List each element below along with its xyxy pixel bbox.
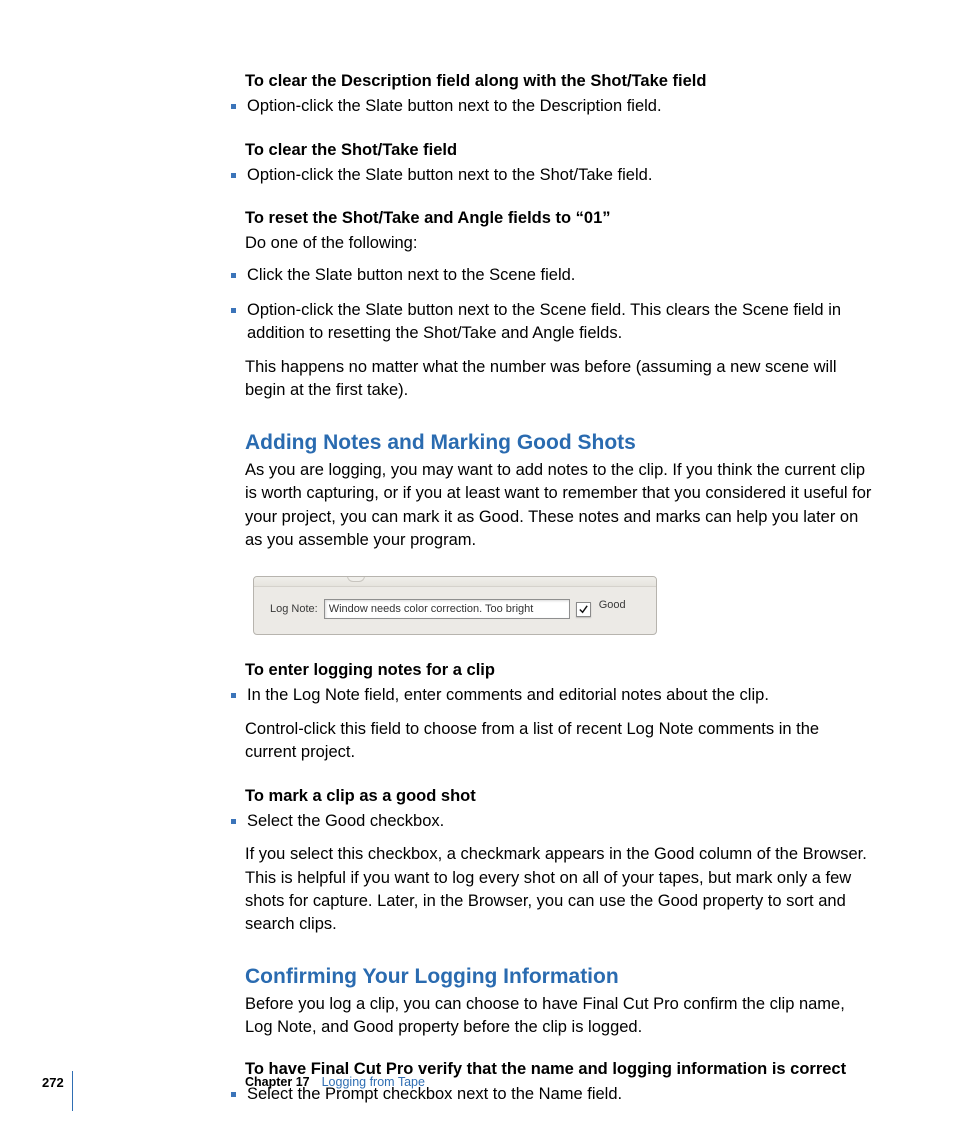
bullet-list: Option-click the Slate button next to th… (245, 95, 874, 118)
bullet-item: Option-click the Slate button next to th… (245, 164, 874, 187)
chapter-title: Logging from Tape (322, 1075, 425, 1089)
bullet-item: In the Log Note field, enter comments an… (245, 684, 874, 707)
body-text: Control-click this field to choose from … (245, 718, 874, 765)
page-number: 272 (42, 1075, 64, 1090)
body-text: Before you log a clip, you can choose to… (245, 993, 874, 1040)
body-text: If you select this checkbox, a checkmark… (245, 843, 874, 937)
procedure-heading: To reset the Shot/Take and Angle fields … (245, 207, 874, 230)
procedure-block: To clear the Description field along wit… (245, 70, 874, 119)
page-footer: 272 Chapter 17 Logging from Tape (0, 1075, 954, 1105)
good-checkbox[interactable] (576, 602, 591, 617)
section-heading: Adding Notes and Marking Good Shots (245, 431, 874, 455)
body-text: This happens no matter what the number w… (245, 356, 874, 403)
bullet-item: Select the Good checkbox. (245, 810, 874, 833)
bullet-list: In the Log Note field, enter comments an… (245, 684, 874, 707)
bullet-list: Click the Slate button next to the Scene… (245, 264, 874, 346)
procedure-block: To clear the Shot/Take field Option-clic… (245, 139, 874, 188)
section-heading: Confirming Your Logging Information (245, 965, 874, 989)
bullet-item: Option-click the Slate button next to th… (245, 95, 874, 118)
procedure-heading: To clear the Shot/Take field (245, 139, 874, 162)
procedure-heading: To mark a clip as a good shot (245, 785, 874, 808)
document-page: To clear the Description field along wit… (0, 0, 954, 1145)
bullet-item: Click the Slate button next to the Scene… (245, 264, 874, 287)
checkmark-icon (578, 604, 589, 615)
procedure-heading: To enter logging notes for a clip (245, 659, 874, 682)
body-text: As you are logging, you may want to add … (245, 459, 874, 553)
bullet-list: Select the Good checkbox. (245, 810, 874, 833)
bullet-item: Option-click the Slate button next to th… (245, 299, 874, 346)
procedure-block: To reset the Shot/Take and Angle fields … (245, 207, 874, 403)
footer-rule (72, 1071, 73, 1111)
good-label: Good (599, 599, 626, 611)
chapter-footer: Chapter 17 Logging from Tape (245, 1075, 425, 1089)
procedure-heading: To clear the Description field along wit… (245, 70, 874, 93)
log-note-panel: Log Note: Good (253, 576, 657, 635)
log-note-input[interactable] (324, 599, 570, 619)
procedure-block: To enter logging notes for a clip In the… (245, 659, 874, 764)
log-note-label: Log Note: (270, 603, 318, 615)
panel-top-edge (254, 577, 656, 587)
chapter-label: Chapter 17 (245, 1075, 310, 1089)
procedure-block: To mark a clip as a good shot Select the… (245, 785, 874, 937)
bullet-list: Option-click the Slate button next to th… (245, 164, 874, 187)
log-note-row: Log Note: Good (270, 599, 646, 619)
procedure-subtext: Do one of the following: (245, 232, 874, 255)
